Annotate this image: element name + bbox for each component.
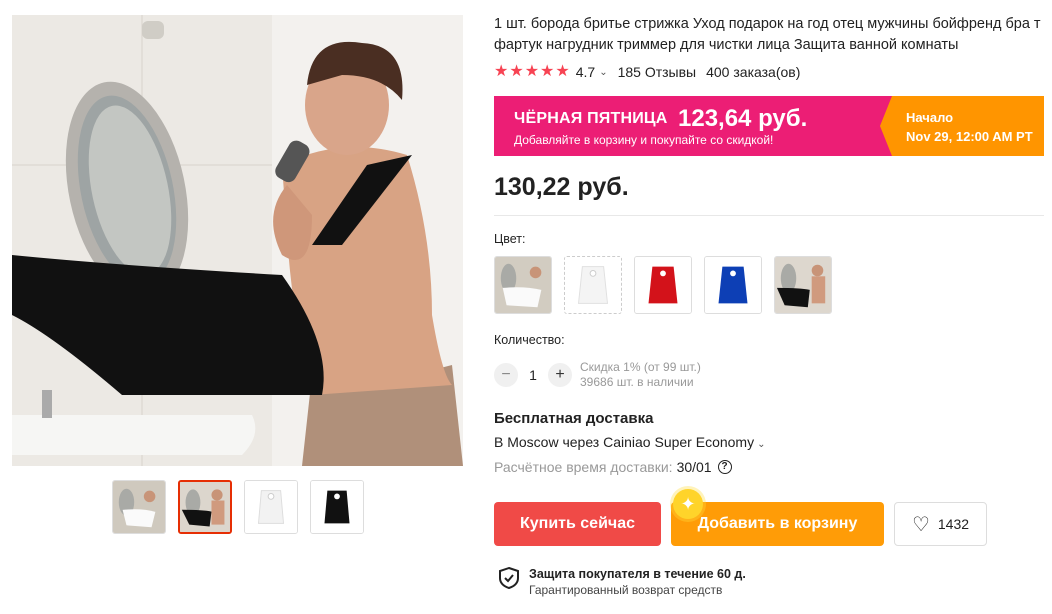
promo-price: 123,64 руб. — [678, 105, 808, 132]
color-swatch-white[interactable] — [564, 256, 622, 314]
chevron-down-icon: ⌄ — [757, 439, 766, 450]
delivery-time-value: 30/01 — [676, 459, 712, 475]
help-icon[interactable]: ? — [717, 460, 732, 474]
star-icon: ★ — [494, 63, 509, 80]
promo-start-block: Начало Nov 29, 12:00 AM PT — [880, 96, 1044, 156]
shipping-method: В Moscow через Cainiao Super Economy — [494, 434, 755, 450]
thumbnail-photo-black-apron[interactable] — [178, 480, 232, 534]
rating-value[interactable]: 4.7 — [576, 64, 595, 80]
color-swatch-red[interactable] — [634, 256, 692, 314]
quantity-label: Количество: — [494, 333, 565, 347]
protection-subtitle: Гарантированный возврат средств — [529, 583, 723, 597]
shield-check-icon — [498, 566, 520, 595]
thumbnail-black-apron[interactable] — [310, 480, 364, 534]
quantity-info: Скидка 1% (от 99 шт.) 39686 шт. в наличи… — [580, 360, 701, 390]
shipping-title: Бесплатная доставка — [494, 410, 654, 427]
product-title: 1 шт. борода бритье стрижка Уход подарок… — [494, 16, 1041, 53]
shipping-method-selector[interactable]: В Moscow через Cainiao Super Economy ⌄ — [494, 434, 775, 450]
quantity-stepper: − 1 + Скидка 1% (от 99 шт.) 39686 шт. в … — [494, 360, 701, 390]
star-icon: ★ — [540, 63, 555, 80]
divider — [494, 215, 1044, 216]
star-icon: ★ — [555, 63, 570, 80]
color-label: Цвет: — [494, 232, 526, 246]
rating-row: ★ ★ ★ ★ ★ 4.7 ⌄ 185 Отзывы 400 заказа(ов… — [494, 62, 800, 82]
black-friday-banner: ЧЁРНАЯ ПЯТНИЦА 123,64 руб. Добавляйте в … — [494, 96, 1044, 156]
wishlist-count: 1432 — [937, 516, 970, 532]
color-swatch-photo-black[interactable] — [774, 256, 832, 314]
reviews-link[interactable]: 185 Отзывы — [618, 64, 697, 80]
plus-icon[interactable]: + — [548, 363, 572, 387]
quantity-value[interactable]: 1 — [518, 367, 548, 383]
orders-count: 400 заказа(ов) — [706, 64, 801, 80]
rating-stars: ★ ★ ★ ★ ★ — [494, 64, 570, 80]
promo-subtitle: Добавляйте в корзину и покупайте со скид… — [514, 133, 774, 147]
add-to-cart-button[interactable]: Добавить в корзину — [671, 502, 884, 546]
gallery-thumbnails — [112, 480, 364, 534]
main-product-image[interactable] — [12, 15, 463, 466]
chevron-down-icon[interactable]: ⌄ — [599, 67, 607, 78]
buyer-protection: Защита покупателя в течение 60 д. Гарант… — [498, 566, 746, 598]
star-icon: ★ — [509, 63, 524, 80]
color-swatch-photo-white[interactable] — [494, 256, 552, 314]
color-swatches — [494, 256, 832, 314]
promo-start-label: Начало — [906, 110, 954, 125]
product-price: 130,22 руб. — [494, 173, 629, 201]
quantity-stock: 39686 шт. в наличии — [580, 375, 694, 389]
promo-price-block: ЧЁРНАЯ ПЯТНИЦА 123,64 руб. Добавляйте в … — [494, 96, 892, 156]
thumbnail-white-apron[interactable] — [244, 480, 298, 534]
delivery-time-label: Расчётное время доставки: — [494, 459, 673, 475]
sparkle-icon: ✦ — [673, 489, 703, 519]
protection-title: Защита покупателя в течение 60 д. — [529, 567, 746, 581]
buy-now-button[interactable]: Купить сейчас — [494, 502, 661, 546]
wishlist-button[interactable]: ♡ 1432 — [894, 502, 987, 546]
color-swatch-blue[interactable] — [704, 256, 762, 314]
delivery-time: Расчётное время доставки: 30/01 ? — [494, 459, 732, 475]
promo-start-date: Nov 29, 12:00 AM PT — [906, 129, 1033, 144]
heart-icon: ♡ — [911, 513, 930, 536]
protection-text: Защита покупателя в течение 60 д. Гарант… — [529, 566, 746, 598]
thumbnail-photo-white-apron[interactable] — [112, 480, 166, 534]
star-icon: ★ — [524, 63, 540, 80]
minus-icon[interactable]: − — [494, 363, 518, 387]
quantity-discount: Скидка 1% (от 99 шт.) — [580, 360, 701, 374]
promo-event-name: ЧЁРНАЯ ПЯТНИЦА — [514, 110, 668, 127]
